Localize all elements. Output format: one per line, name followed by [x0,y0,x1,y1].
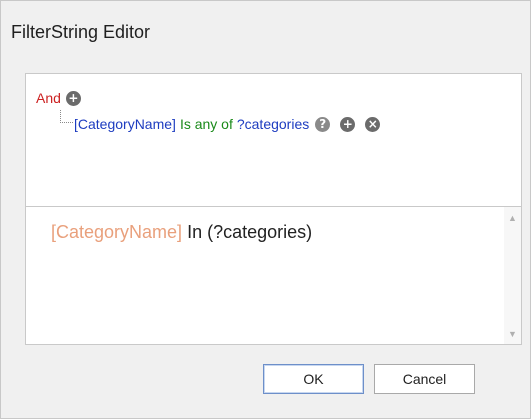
filter-expression: [CategoryName] In (?categories) [51,222,312,243]
group-node: And + [36,88,81,108]
filter-tree-panel: And + [CategoryName] Is any of ?categori… [25,73,522,206]
scroll-up-arrow-icon[interactable]: ▲ [504,209,521,226]
scroll-down-arrow-icon[interactable]: ▼ [504,325,521,342]
ok-button[interactable]: OK [263,364,364,394]
expression-field: [CategoryName] [51,222,183,242]
condition-field[interactable]: [CategoryName] [74,116,176,132]
expression-rest: In (?categories) [187,222,313,242]
tree-connector [60,110,73,123]
question-circle-icon[interactable]: ? [315,116,331,132]
condition-value[interactable]: ?categories [237,116,309,132]
close-circle-icon[interactable]: × [365,116,381,132]
plus-circle-icon[interactable]: + [340,116,356,132]
cancel-button[interactable]: Cancel [374,364,475,394]
dialog-title: FilterString Editor [11,22,151,42]
plus-circle-icon[interactable]: + [65,90,81,106]
group-operator[interactable]: And [36,90,61,106]
vertical-scrollbar[interactable]: ▲ ▼ [504,207,521,344]
filter-string-editor-dialog: FilterString Editor And + [CategoryName]… [0,0,531,419]
condition-operator[interactable]: Is any of [180,116,233,132]
condition-node: [CategoryName] Is any of ?categories ? +… [74,114,381,134]
filter-text-editor[interactable]: [CategoryName] In (?categories) ▲ ▼ [25,206,522,345]
